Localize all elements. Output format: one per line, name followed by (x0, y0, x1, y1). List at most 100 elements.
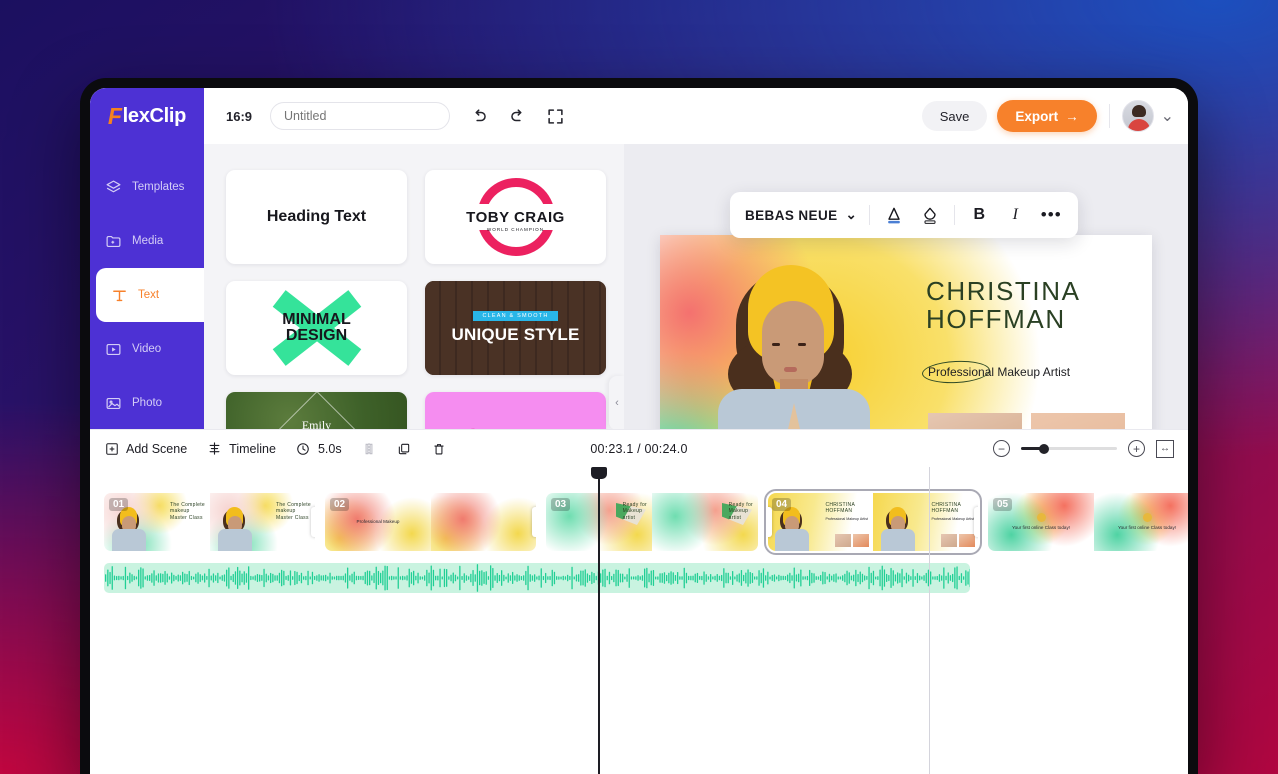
toolbar-divider (869, 205, 871, 225)
scene-thumb: 05 Your first online Class today! (988, 493, 1094, 551)
editor-stage: BEBAS NEUE ⌄ B I ••• CHRISTINA HOFFMAN P… (624, 144, 1188, 541)
template-card-toby-craig[interactable]: TOBY CRAIG WORLD CHAMPION (425, 170, 606, 264)
scene-trim-handle[interactable] (974, 507, 978, 537)
logo-text: lexClip (122, 104, 187, 127)
more-options-button[interactable]: ••• (1039, 203, 1063, 227)
timeline-label: Timeline (229, 441, 276, 456)
timeline-scene-03[interactable]: 03 Ready for Makeup artist Ready for Mak… (546, 493, 758, 551)
scene-trim-handle[interactable] (768, 507, 772, 537)
sidebar-item-templates[interactable]: Templates (90, 160, 204, 214)
timeline-view-button[interactable]: Timeline (207, 441, 276, 456)
split-icon (362, 441, 377, 456)
fit-to-width-icon[interactable]: ↔ (1156, 439, 1174, 458)
redo-icon[interactable] (506, 105, 528, 127)
timeline-scene-02[interactable]: 02 Professional Makeup (325, 493, 536, 551)
chevron-left-icon: ‹ (615, 397, 619, 409)
sidebar-label: Media (132, 235, 164, 247)
chevron-down-icon: ⌄ (845, 207, 858, 222)
scene-trim-handle[interactable] (532, 507, 536, 537)
export-button[interactable]: Export → (997, 100, 1097, 132)
duplicate-button[interactable] (397, 441, 412, 456)
scene-center-text: Professional Makeup (356, 518, 400, 524)
fullscreen-icon[interactable] (544, 105, 566, 127)
timeline-tracks: 01 The Complete makeup Master Class The … (90, 467, 1188, 774)
text-template-library: Heading Text TOBY CRAIG WORLD CHAMPION M… (204, 144, 624, 429)
template-card-clean[interactable]: CLEAN (425, 392, 606, 429)
sidebar-item-text[interactable]: Text (96, 268, 204, 322)
scene-number: 03 (551, 498, 571, 511)
split-button[interactable] (362, 441, 377, 456)
sidebar-label: Templates (132, 181, 185, 193)
font-family-selector[interactable]: BEBAS NEUE ⌄ (745, 207, 857, 223)
template-card-minimal-design[interactable]: MINIMAL DESIGN (226, 281, 407, 375)
sidebar-item-media[interactable]: Media (90, 214, 204, 268)
chevron-down-icon[interactable]: ⌄ (1161, 106, 1174, 126)
scene-thumb: 02 Professional Makeup (325, 493, 431, 551)
font-color-icon[interactable] (882, 203, 906, 227)
toolbar-divider (1108, 104, 1110, 128)
audio-waveform (105, 564, 970, 592)
collapse-panel-button[interactable]: ‹ (609, 376, 624, 429)
project-title-input[interactable] (270, 102, 451, 130)
layers-icon (104, 178, 122, 196)
timeline-scene-01[interactable]: 01 The Complete makeup Master Class The … (104, 493, 315, 551)
bold-button[interactable]: B (967, 203, 991, 227)
delete-button[interactable] (432, 441, 447, 456)
add-scene-button[interactable]: Add Scene (104, 441, 187, 456)
scene-thumb: 01 The Complete makeup Master Class (104, 493, 210, 551)
scene-title-l3: Master Class (275, 514, 309, 521)
canvas-subtitle[interactable]: Professional Makeup Artist (928, 365, 1070, 379)
scene-title-l3: Professional Makeup Artist (825, 516, 868, 521)
template-card-emily-smith[interactable]: Emily & Smith (226, 392, 407, 429)
scene-title-l3: artist (622, 514, 636, 521)
card-title-line1: MINIMAL (282, 310, 351, 328)
canvas-title[interactable]: CHRISTINA HOFFMAN (926, 277, 1081, 333)
scene-title-l2: HOFFMAN (825, 508, 853, 515)
template-card-unique-style[interactable]: CLEAN & SMOOTH UNIQUE STYLE (425, 281, 606, 375)
timeline-scene-05[interactable]: 05 Your first online Class today! Your f… (988, 493, 1188, 551)
logo-f-mark: F (107, 102, 122, 129)
zoom-controls: − + ↔ (993, 439, 1174, 458)
scene-thumb: CHRISTINA HOFFMAN Professional Makeup Ar… (873, 493, 978, 551)
timeline-playhead[interactable] (591, 467, 607, 774)
timeline-icon (207, 441, 222, 456)
scene-thumb (431, 493, 536, 551)
font-family-value: BEBAS NEUE (745, 207, 838, 223)
scene-duration-button[interactable]: 5.0s (296, 441, 342, 456)
avatar[interactable] (1121, 100, 1154, 132)
export-label: Export (1015, 108, 1059, 124)
scene-thumb: The Complete makeup Master Class (210, 493, 315, 551)
aspect-ratio-label[interactable]: 16:9 (226, 109, 252, 124)
arrow-right-icon: → (1065, 108, 1079, 124)
audio-waveform-track[interactable] (104, 563, 970, 593)
text-highlight-icon[interactable] (918, 203, 942, 227)
italic-button[interactable]: I (1003, 203, 1027, 227)
plus-circle-icon[interactable]: + (1128, 440, 1145, 457)
undo-icon[interactable] (468, 105, 490, 127)
duration-label: 5.0s (317, 441, 342, 456)
sidebar-item-photo[interactable]: Photo (90, 376, 204, 430)
scene-thumb: Your first online Class today! (1094, 493, 1188, 551)
sidebar-label: Text (138, 289, 160, 301)
add-scene-label: Add Scene (126, 441, 188, 456)
app-logo[interactable]: FlexClip (90, 88, 204, 144)
save-button[interactable]: Save (921, 101, 988, 131)
time-display: 00:23.1 / 00:24.0 (590, 441, 688, 456)
media-folder-icon (104, 232, 122, 250)
zoom-slider[interactable] (1021, 443, 1117, 454)
card-title: TOBY CRAIG (466, 208, 565, 226)
card-badge: CLEAN & SMOOTH (473, 311, 558, 321)
sidebar-item-video[interactable]: Video (90, 322, 204, 376)
text-format-toolbar: BEBAS NEUE ⌄ B I ••• (730, 192, 1079, 238)
card-title: Heading Text (266, 208, 367, 225)
minus-circle-icon[interactable]: − (993, 440, 1010, 457)
template-card-heading-text[interactable]: Heading Text (226, 170, 407, 264)
scene-trim-handle[interactable] (311, 507, 315, 537)
card-title-line2: DESIGN (285, 327, 348, 344)
duplicate-icon (397, 441, 412, 456)
timeline-scene-04[interactable]: 04 CHRISTINA HOFFMAN Professional Makeup… (764, 489, 982, 555)
scene-thumb: 04 CHRISTINA HOFFMAN Professional Makeup… (768, 493, 873, 551)
sidebar: Templates Media Text Video Photo (90, 144, 204, 679)
laptop-frame: FlexClip 16:9 Save Export → ⌄ (80, 78, 1198, 774)
zoom-slider-knob[interactable] (1039, 443, 1049, 454)
